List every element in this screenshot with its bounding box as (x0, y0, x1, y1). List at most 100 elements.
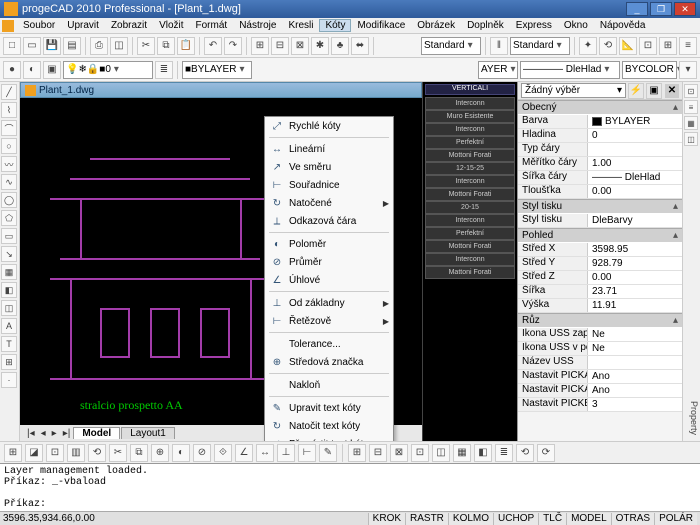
tab-model[interactable]: Model (73, 427, 120, 439)
info-item[interactable]: Interconn (425, 123, 515, 136)
draw-curve-icon[interactable]: 〰 (1, 156, 17, 172)
bt-1[interactable]: ⊞ (4, 444, 22, 462)
color-pick[interactable]: ▾ (679, 61, 697, 79)
cut-button[interactable]: ✂ (137, 37, 155, 55)
menu-express[interactable]: Express (510, 19, 558, 32)
menuitem-nato-it-text-k-ty[interactable]: ↻Natočit text kóty (265, 417, 393, 435)
prop-row[interactable]: Název USS (518, 356, 682, 370)
prop-row[interactable]: Nastavit PICKADDAno (518, 370, 682, 384)
menu-nástroje[interactable]: Nástroje (233, 19, 282, 32)
menuitem-pr-m-r[interactable]: ⊘Průměr (265, 253, 393, 271)
menu-zobrazit[interactable]: Zobrazit (105, 19, 153, 32)
combo-bylayer[interactable]: ■ BYLAYER▾ (182, 61, 252, 79)
draw-mtext-icon[interactable]: T (1, 336, 17, 352)
bt-5[interactable]: ⟲ (88, 444, 106, 462)
misc-3[interactable]: 📐 (619, 37, 637, 55)
save-button[interactable]: 💾 (43, 37, 61, 55)
draw-spline-icon[interactable]: ∿ (1, 174, 17, 190)
draw-ellipse-icon[interactable]: ◯ (1, 192, 17, 208)
bt-11[interactable]: ⟐ (214, 444, 232, 462)
tool-a[interactable]: ⊞ (251, 37, 269, 55)
draw-circle-icon[interactable]: ○ (1, 138, 17, 154)
bt-18[interactable]: ⊟ (369, 444, 387, 462)
tab-last[interactable]: ▸| (60, 428, 74, 439)
prop-section[interactable]: Obecný▴ (518, 100, 682, 115)
status-tlč[interactable]: TLČ (538, 513, 566, 525)
close-button[interactable]: ✕ (674, 2, 696, 16)
quick-select-icon[interactable]: ⚡ (628, 83, 644, 99)
bt-3[interactable]: ⊡ (46, 444, 64, 462)
prop-row[interactable]: Šířka23.71 (518, 285, 682, 299)
draw-rect-icon[interactable]: ▭ (1, 228, 17, 244)
tool-f[interactable]: ⬌ (351, 37, 369, 55)
prop-row[interactable]: Typ čáry (518, 143, 682, 157)
maximize-button[interactable]: ❐ (650, 2, 672, 16)
status-rastr[interactable]: RASTR (405, 513, 448, 525)
draw-block-icon[interactable]: ⊞ (1, 354, 17, 370)
prop-section[interactable]: Pohled▴ (518, 228, 682, 243)
bt-20[interactable]: ⊡ (411, 444, 429, 462)
info-item[interactable]: Perfektní (425, 136, 515, 149)
bt-9[interactable]: ◐ (172, 444, 190, 462)
menuitem--et-zov-[interactable]: ⊢Řetězově▶ (265, 312, 393, 330)
paste-button[interactable]: 📋 (177, 37, 195, 55)
print-button[interactable]: ⎙ (90, 37, 108, 55)
prop-row[interactable]: Nastavit PICKAU...Ano (518, 384, 682, 398)
draw-pline-icon[interactable]: ⌇ (1, 102, 17, 118)
prop-row[interactable]: Šířka čáry——— DleHlad (518, 171, 682, 185)
bt-12[interactable]: ∠ (235, 444, 253, 462)
drawing-titlebar[interactable]: Plant_1.dwg (20, 82, 422, 98)
menu-formát[interactable]: Formát (190, 19, 234, 32)
bt-22[interactable]: ▦ (453, 444, 471, 462)
prop-row[interactable]: Hladina0 (518, 129, 682, 143)
menu-modifikace[interactable]: Modifikace (351, 19, 411, 32)
saveas-button[interactable]: ▤ (63, 37, 81, 55)
tool-b[interactable]: ⊟ (271, 37, 289, 55)
status-kolmo[interactable]: KOLMO (448, 513, 493, 525)
bt-16[interactable]: ✎ (319, 444, 337, 462)
info-item[interactable]: Muro Esistente (425, 110, 515, 123)
redo-button[interactable]: ↷ (224, 37, 242, 55)
tool-c[interactable]: ⊠ (291, 37, 309, 55)
property-tab-label[interactable]: Property (684, 397, 699, 439)
copy-button[interactable]: ⧉ (157, 37, 175, 55)
info-item[interactable]: Mottoni Forati (425, 240, 515, 253)
rtool-1[interactable]: ⊡ (684, 84, 698, 98)
menu-obrázek[interactable]: Obrázek (411, 19, 461, 32)
info-item[interactable]: Mattoni Forati (425, 266, 515, 279)
menuitem-line-rn-[interactable]: ↔Lineární (265, 140, 393, 158)
bt-8[interactable]: ⊕ (151, 444, 169, 462)
menu-vložit[interactable]: Vložit (153, 19, 189, 32)
prop-row[interactable]: Styl tiskuDleBarvy (518, 214, 682, 228)
misc-4[interactable]: ⊡ (639, 37, 657, 55)
combo-dlehlad[interactable]: ———— DleHlad▾ (520, 61, 620, 79)
menuitem-polom-r[interactable]: ◐Poloměr (265, 235, 393, 253)
align-icon[interactable]: ‖ (490, 37, 508, 55)
status-uchop[interactable]: UCHOP (493, 513, 538, 525)
tab-next[interactable]: ▸ (49, 428, 60, 439)
menu-doplněk[interactable]: Doplněk (461, 19, 510, 32)
menuitem-ve-sm-ru[interactable]: ↗Ve směru (265, 158, 393, 176)
bt-23[interactable]: ◧ (474, 444, 492, 462)
bt-14[interactable]: ⊥ (277, 444, 295, 462)
draw-line-icon[interactable]: ╱ (1, 84, 17, 100)
menuitem-tolerance-[interactable]: Tolerance... (265, 335, 393, 353)
info-item[interactable]: Interconn (425, 253, 515, 266)
prop-row[interactable]: Měřítko čáry1.00 (518, 157, 682, 171)
draw-hatch-icon[interactable]: ▦ (1, 264, 17, 280)
menu-kresli[interactable]: Kresli (282, 19, 319, 32)
combo-standard1[interactable]: Standard▾ (421, 37, 481, 55)
info-item[interactable]: Perfektní (425, 227, 515, 240)
prop-row[interactable]: Ikona USS v poč.Ne (518, 342, 682, 356)
prop-section[interactable]: Styl tisku▴ (518, 199, 682, 214)
bt-19[interactable]: ⊠ (390, 444, 408, 462)
rtool-3[interactable]: ▦ (684, 116, 698, 130)
open-button[interactable]: ▭ (23, 37, 41, 55)
minimize-button[interactable]: _ (626, 2, 648, 16)
menu-soubor[interactable]: Soubor (17, 19, 61, 32)
menuitem-sou-adnice[interactable]: ⊢Souřadnice (265, 176, 393, 194)
info-item[interactable]: Interconn (425, 175, 515, 188)
layer-state[interactable]: ≣ (155, 61, 173, 79)
new-button[interactable]: □ (3, 37, 21, 55)
misc-1[interactable]: ✦ (579, 37, 597, 55)
